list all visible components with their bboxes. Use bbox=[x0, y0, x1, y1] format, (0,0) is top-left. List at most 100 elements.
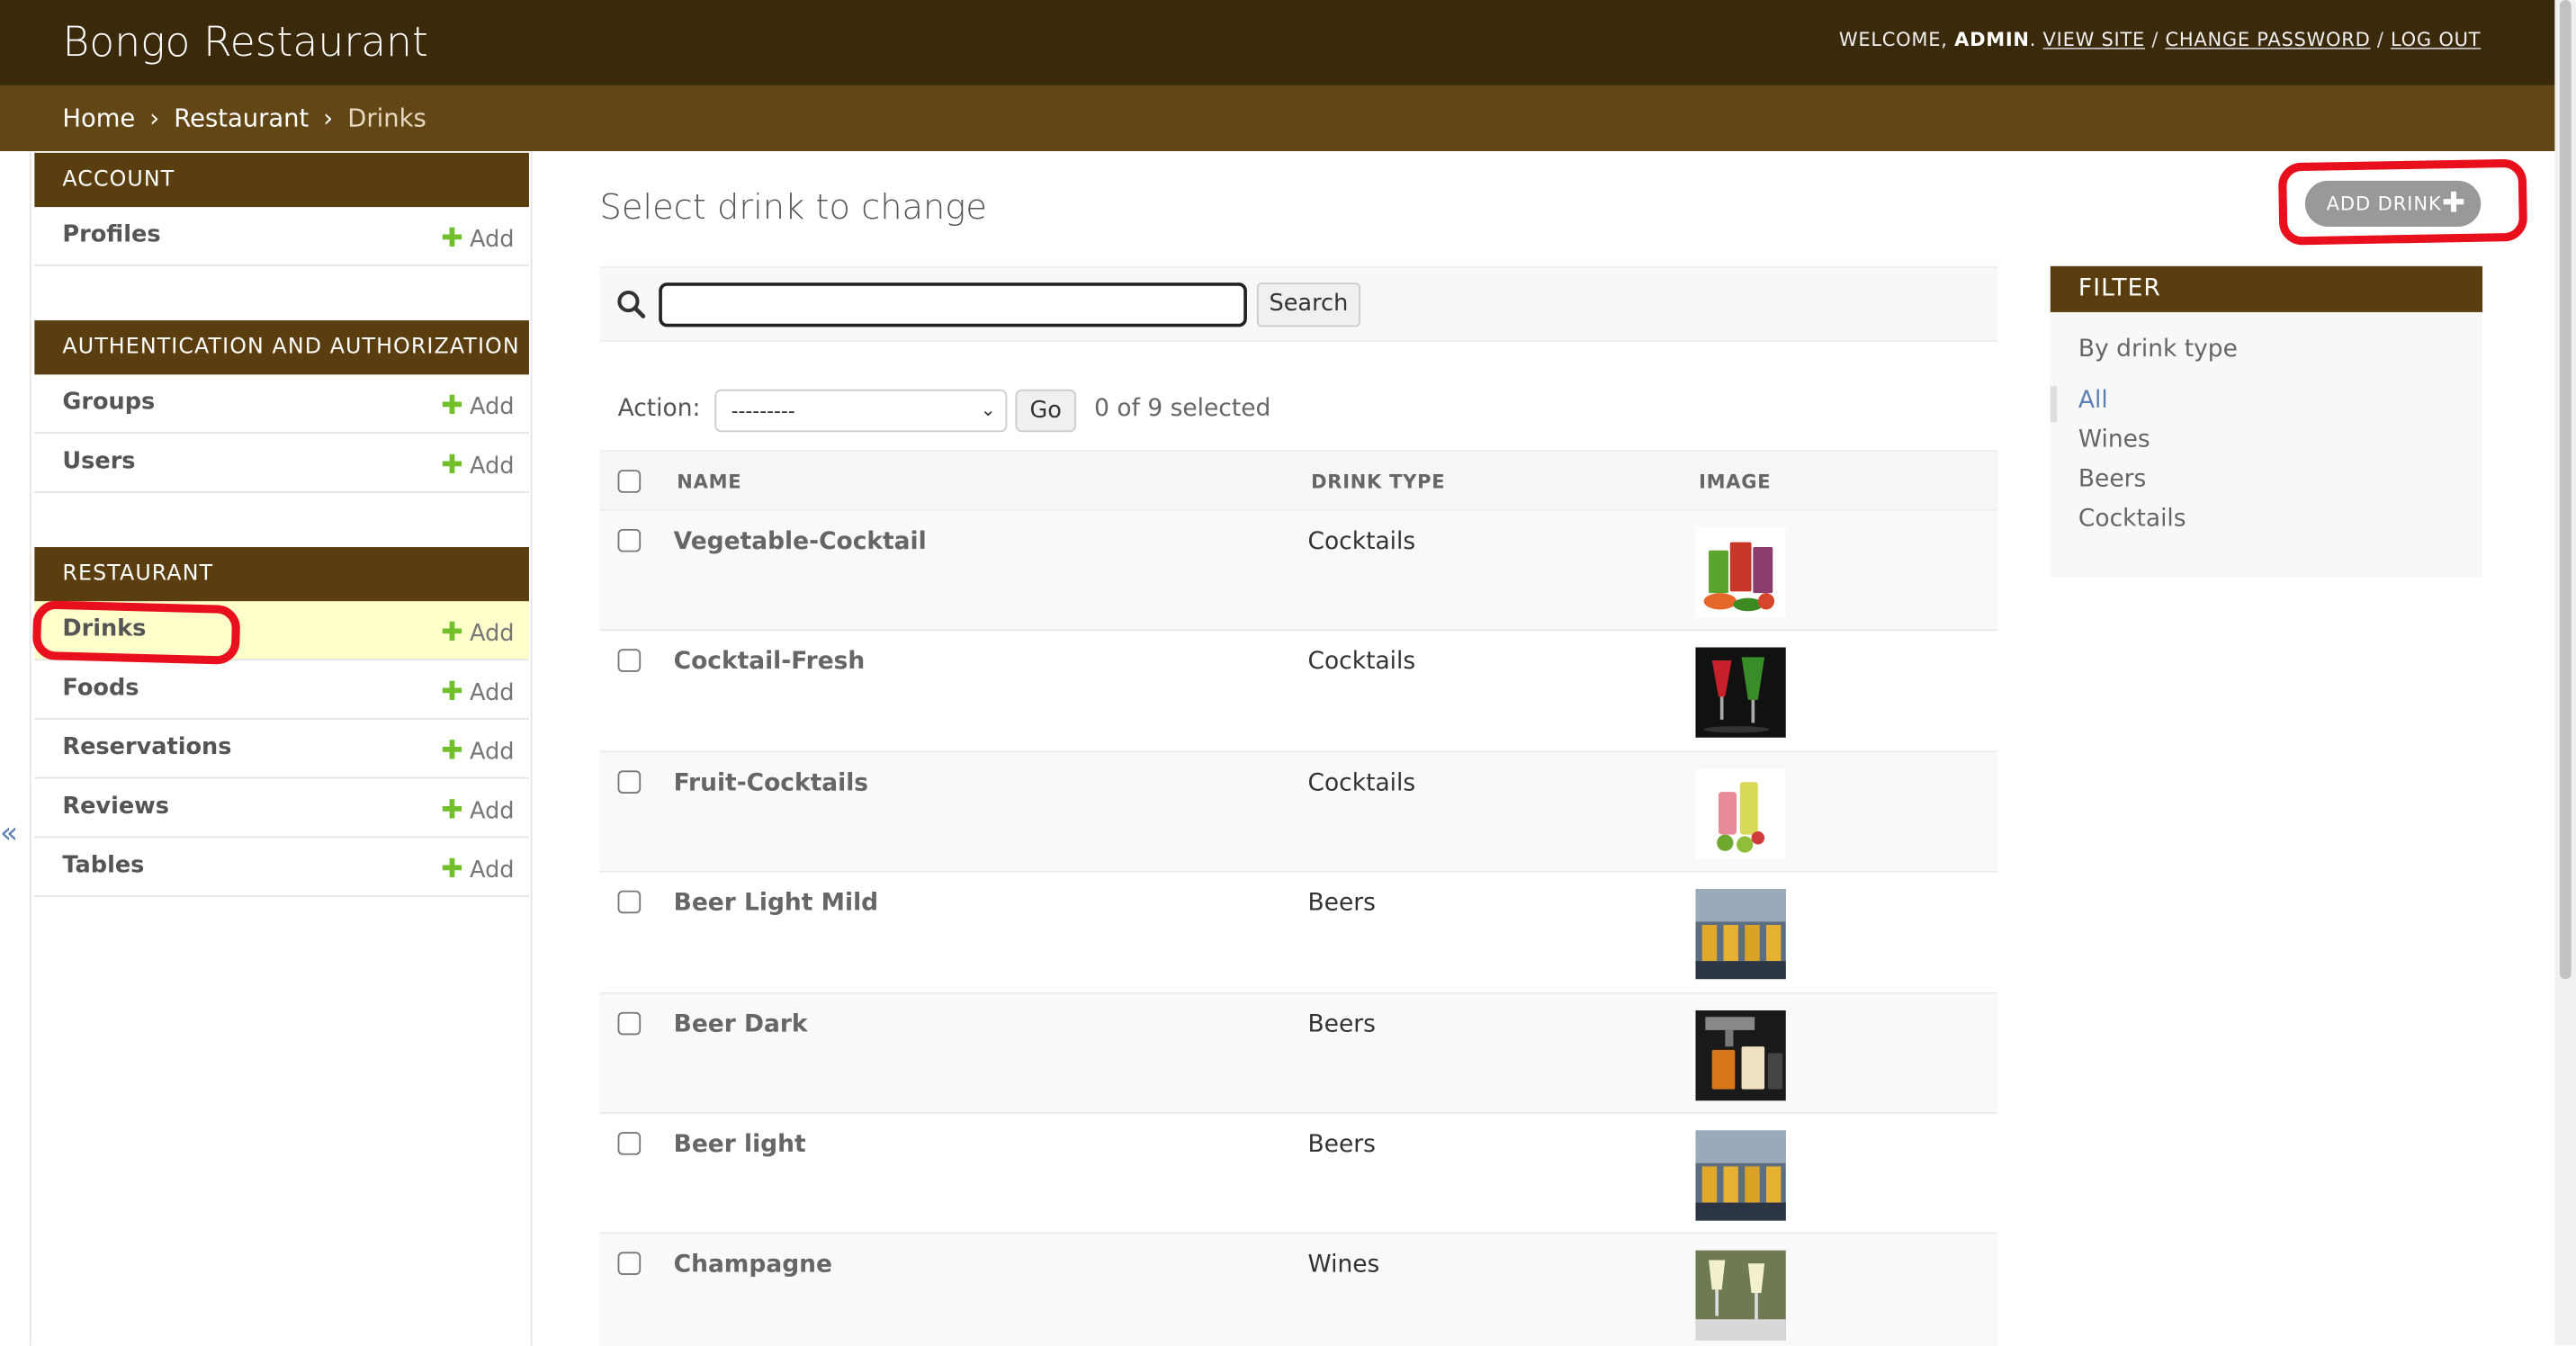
add-profile-link[interactable]: ✚ Add bbox=[441, 222, 514, 254]
plus-icon: ✚ bbox=[441, 852, 463, 884]
table-row: Fruit-Cocktails Cocktails bbox=[599, 751, 1998, 873]
plus-icon: ✚ bbox=[441, 221, 463, 254]
log-out-link[interactable]: LOG OUT bbox=[2391, 28, 2481, 51]
sidebar-collapse-icon[interactable]: « bbox=[0, 817, 18, 851]
sidebar-item-foods[interactable]: Foods ✚ Add bbox=[34, 660, 529, 720]
drink-type: Beers bbox=[1307, 1011, 1376, 1038]
breadcrumb-home[interactable]: Home bbox=[62, 103, 135, 133]
search-input[interactable] bbox=[659, 283, 1247, 328]
drink-type: Beers bbox=[1307, 1132, 1376, 1159]
table-row: Vegetable-Cocktail Cocktails bbox=[599, 510, 1998, 632]
action-select[interactable]: --------- ⌄ bbox=[714, 389, 1008, 433]
sidebar-item-users[interactable]: Users ✚ Add bbox=[34, 434, 529, 493]
breadcrumb-separator: › bbox=[323, 103, 334, 133]
add-group-link[interactable]: ✚ Add bbox=[441, 390, 514, 421]
view-site-link[interactable]: VIEW SITE bbox=[2043, 28, 2145, 51]
drink-name-link[interactable]: Beer light bbox=[674, 1132, 806, 1158]
plus-icon: ✚ bbox=[441, 793, 463, 825]
drink-type: Cocktails bbox=[1307, 769, 1416, 797]
add-food-link[interactable]: ✚ Add bbox=[441, 675, 514, 706]
filter-heading: By drink type bbox=[2078, 336, 2238, 363]
table-header: Name Drink type Image bbox=[599, 450, 1998, 511]
add-review-link[interactable]: ✚ Add bbox=[441, 794, 514, 825]
drink-name-link[interactable]: Beer Light Mild bbox=[674, 891, 878, 917]
sidebar-item-label[interactable]: Reviews bbox=[62, 794, 169, 820]
add-table-link[interactable]: ✚ Add bbox=[441, 853, 514, 884]
drink-type: Cocktails bbox=[1307, 528, 1416, 556]
sidebar-item-label[interactable]: Drinks bbox=[62, 616, 146, 642]
breadcrumb-separator: › bbox=[149, 103, 160, 133]
search-toolbar: Search bbox=[599, 265, 1998, 342]
sidebar-item-label[interactable]: Reservations bbox=[62, 734, 231, 760]
table-body: Vegetable-Cocktail Cocktails Cocktail-Fr… bbox=[599, 510, 1998, 1346]
scrollbar-thumb[interactable] bbox=[2559, 0, 2572, 980]
drink-name-link[interactable]: Fruit-Cocktails bbox=[674, 770, 868, 796]
add-reservation-link[interactable]: ✚ Add bbox=[441, 734, 514, 766]
table-row: Beer light Beers bbox=[599, 1114, 1998, 1234]
breadcrumb: Home › Restaurant › Drinks bbox=[0, 85, 2555, 151]
sidebar-item-label[interactable]: Profiles bbox=[62, 222, 160, 248]
column-header-image: Image bbox=[1699, 470, 1772, 493]
sidebar-item-label[interactable]: Tables bbox=[62, 853, 144, 879]
drink-type: Wines bbox=[1307, 1252, 1380, 1279]
sidebar-nav: Account Profiles ✚ Add Authentication and… bbox=[29, 150, 533, 1346]
row-checkbox[interactable] bbox=[617, 1011, 642, 1035]
sidebar-item-profiles[interactable]: Profiles ✚ Add bbox=[34, 207, 529, 266]
module-caption-restaurant[interactable]: Restaurant bbox=[34, 547, 529, 602]
filter-title: Filter bbox=[2050, 265, 2483, 312]
row-checkbox[interactable] bbox=[617, 649, 642, 673]
go-button[interactable]: Go bbox=[1015, 389, 1077, 433]
add-drink-link[interactable]: ✚ Add bbox=[441, 616, 514, 648]
beer-tap-image bbox=[1695, 1010, 1786, 1100]
plus-icon: ✚ bbox=[441, 448, 463, 480]
column-header-drink-type[interactable]: Drink type bbox=[1311, 470, 1445, 493]
add-drink-button[interactable]: ADD DRINK ✚ bbox=[2304, 180, 2482, 227]
select-all-checkbox[interactable] bbox=[617, 470, 642, 493]
column-header-name[interactable]: Name bbox=[677, 470, 741, 493]
action-select-value: --------- bbox=[731, 399, 795, 423]
drink-name-link[interactable]: Vegetable-Cocktail bbox=[674, 529, 927, 555]
plus-icon: ✚ bbox=[2441, 187, 2466, 220]
plus-icon: ✚ bbox=[441, 389, 463, 421]
sidebar-item-tables[interactable]: Tables ✚ Add bbox=[34, 838, 529, 897]
filter-option-all[interactable]: All bbox=[2078, 388, 2108, 414]
search-button[interactable]: Search bbox=[1256, 283, 1360, 328]
drink-name-link[interactable]: Cocktail-Fresh bbox=[674, 650, 866, 676]
site-title[interactable]: Bongo Restaurant bbox=[62, 18, 428, 66]
sidebar-item-label[interactable]: Users bbox=[62, 448, 135, 474]
sidebar-item-drinks[interactable]: Drinks ✚ Add bbox=[34, 601, 529, 661]
breadcrumb-current: Drinks bbox=[347, 103, 426, 133]
plus-icon: ✚ bbox=[441, 615, 463, 648]
filter-option-cocktails[interactable]: Cocktails bbox=[2078, 506, 2186, 532]
sidebar-item-label[interactable]: Foods bbox=[62, 675, 139, 701]
row-checkbox[interactable] bbox=[617, 769, 642, 794]
plus-icon: ✚ bbox=[441, 675, 463, 707]
row-checkbox[interactable] bbox=[617, 528, 642, 552]
drink-type: Beers bbox=[1307, 891, 1376, 918]
sidebar-item-groups[interactable]: Groups ✚ Add bbox=[34, 374, 529, 435]
module-caption-account[interactable]: Account bbox=[34, 152, 529, 208]
row-checkbox[interactable] bbox=[617, 891, 642, 914]
filter-option-beers[interactable]: Beers bbox=[2078, 467, 2146, 493]
drink-name-link[interactable]: Beer Dark bbox=[674, 1011, 808, 1037]
sidebar-item-reviews[interactable]: Reviews ✚ Add bbox=[34, 779, 529, 839]
page-scrollbar[interactable] bbox=[2554, 0, 2576, 1346]
table-row: Cocktail-Fresh Cocktails bbox=[599, 632, 1998, 752]
row-checkbox[interactable] bbox=[617, 1252, 642, 1276]
user-tools: WELCOME, ADMIN. VIEW SITE / CHANGE PASSWOR… bbox=[1838, 28, 2482, 51]
module-caption-auth[interactable]: Authentication and Authorization bbox=[34, 320, 529, 375]
table-row: Beer Light Mild Beers bbox=[599, 873, 1998, 993]
sidebar-item-label[interactable]: Groups bbox=[62, 390, 155, 416]
plus-icon: ✚ bbox=[441, 734, 463, 766]
drink-name-link[interactable]: Champagne bbox=[674, 1252, 832, 1279]
beer-glasses-image bbox=[1695, 1130, 1786, 1221]
breadcrumb-restaurant[interactable]: Restaurant bbox=[174, 103, 309, 133]
action-label: Action: bbox=[617, 396, 701, 423]
change-password-link[interactable]: CHANGE PASSWORD bbox=[2165, 28, 2370, 51]
row-checkbox[interactable] bbox=[617, 1132, 642, 1155]
add-user-link[interactable]: ✚ Add bbox=[441, 448, 514, 480]
sidebar-item-reservations[interactable]: Reservations ✚ Add bbox=[34, 720, 529, 779]
filter-option-wines[interactable]: Wines bbox=[2078, 427, 2150, 453]
admin-page: Bongo Restaurant WELCOME, ADMIN. VIEW SI… bbox=[0, 0, 2576, 1346]
fruit-cocktail-image bbox=[1695, 768, 1786, 859]
